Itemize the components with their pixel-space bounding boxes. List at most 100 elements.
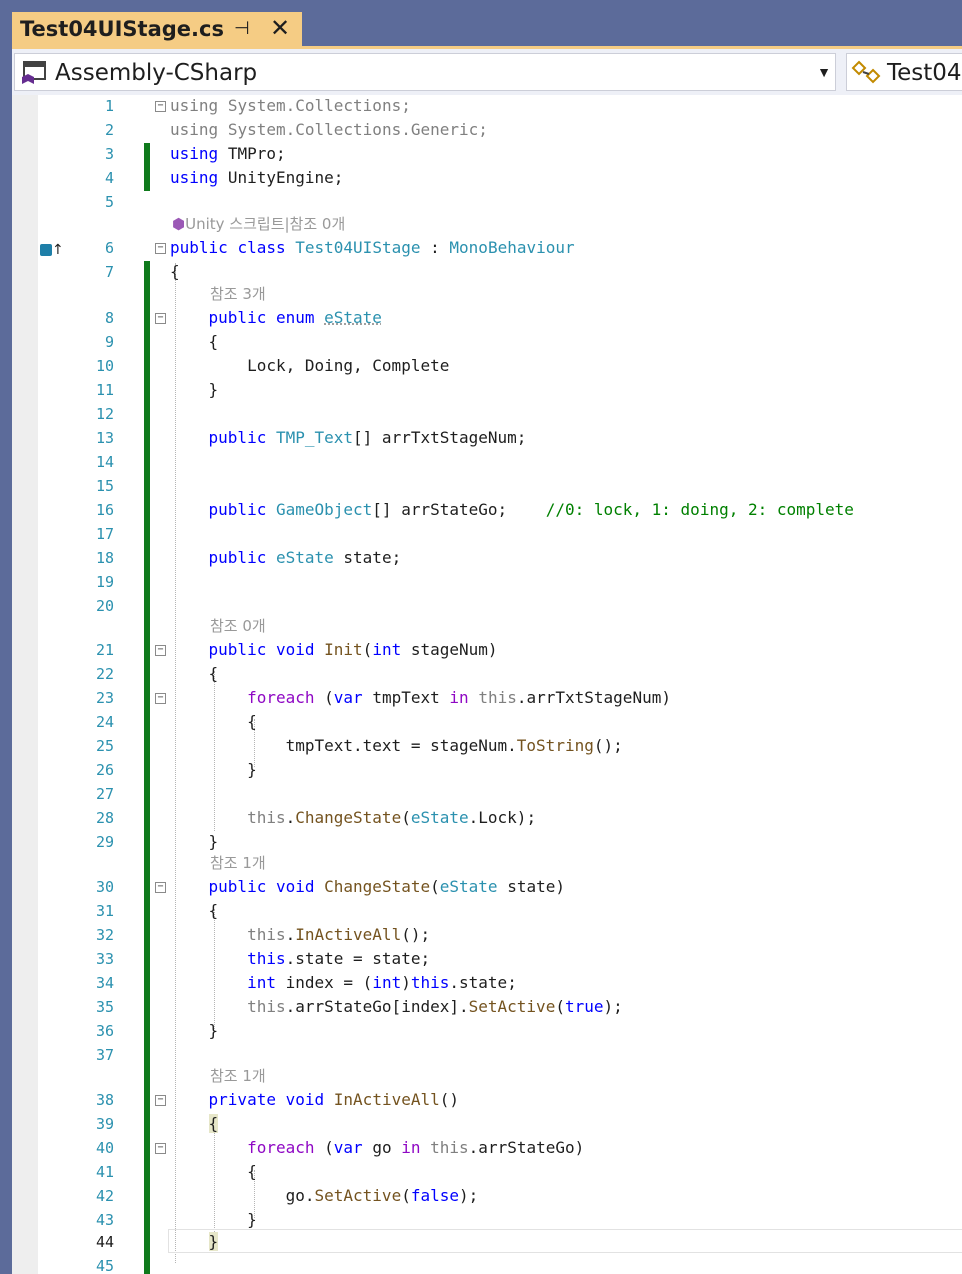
pin-icon[interactable]: ⊣ (234, 18, 250, 39)
code-line[interactable]: 17 (12, 523, 962, 547)
code-line[interactable]: 45 (12, 1255, 962, 1274)
collapse-icon[interactable]: − (155, 1095, 166, 1106)
codelens-references[interactable]: 참조 3개 (210, 283, 266, 304)
token: private (208, 1090, 276, 1109)
code-line[interactable]: 26 } (12, 759, 962, 783)
collapse-icon[interactable]: − (155, 243, 166, 254)
code-line[interactable]: 30 − public void ChangeState(eState stat… (12, 876, 962, 900)
close-icon[interactable]: ✕ (270, 14, 290, 42)
token: .state = state; (285, 949, 431, 968)
code-line[interactable]: 7 { (12, 261, 962, 285)
code-line[interactable]: 31 { (12, 900, 962, 924)
class-dropdown[interactable]: Test04U (846, 53, 962, 91)
code-editor[interactable]: ↑ 1 − using System.Collections; 2 using … (12, 95, 962, 1274)
line-number: 36 (95, 1022, 114, 1040)
token: int (247, 973, 276, 992)
code-line[interactable]: 11 } (12, 379, 962, 403)
codelens-references[interactable]: 참조 1개 (210, 852, 266, 873)
token: } (247, 760, 257, 779)
token: this (247, 925, 286, 944)
line-number: 22 (95, 665, 114, 683)
collapse-icon[interactable]: − (155, 1143, 166, 1154)
token: MonoBehaviour (449, 238, 575, 257)
code-line[interactable]: 35 this.arrStateGo[index].SetActive(true… (12, 996, 962, 1020)
code-line[interactable]: 42 go.SetActive(false); (12, 1185, 962, 1209)
code-line[interactable]: 16 public GameObject[] arrStateGo; //0: … (12, 499, 962, 523)
code-line[interactable]: 41 { (12, 1161, 962, 1185)
token: SetActive (314, 1186, 402, 1205)
code-line[interactable]: 32 this.InActiveAll(); (12, 924, 962, 948)
code-line[interactable]: 15 (12, 475, 962, 499)
codelens-unity[interactable]: ⬢Unity 스크립트|참조 0개 (172, 213, 345, 234)
chevron-down-icon[interactable]: ▼ (817, 64, 831, 80)
token: .Lock); (468, 808, 537, 827)
line-number: 1 (104, 97, 114, 115)
code-line[interactable]: 33 this.state = state; (12, 948, 962, 972)
token: { (170, 262, 180, 281)
line-number: 27 (95, 785, 114, 803)
code-line[interactable]: 29 } (12, 831, 962, 855)
token: } (208, 1021, 219, 1040)
code-line[interactable]: 10 Lock, Doing, Complete (12, 355, 962, 379)
token: public (208, 500, 267, 519)
collapse-icon[interactable]: − (155, 882, 166, 893)
code-line[interactable]: 4 using UnityEngine; (12, 167, 962, 191)
class-label: Test04U (887, 60, 962, 86)
code-line[interactable]: 36 } (12, 1020, 962, 1044)
code-line[interactable]: 6 − public class Test04UIStage : MonoBeh… (12, 237, 962, 261)
code-line[interactable]: 37 (12, 1044, 962, 1068)
code-line[interactable]: 23 − foreach (var tmpText in this.arrTxt… (12, 687, 962, 711)
code-line[interactable]: 5 (12, 191, 962, 215)
token: : (430, 238, 440, 257)
code-line[interactable]: 39 { (12, 1113, 962, 1137)
token: this (430, 1138, 469, 1157)
token: ( (362, 640, 373, 659)
code-line[interactable]: 2 using System.Collections.Generic; (12, 119, 962, 143)
code-line[interactable]: 8 − public enum eState (12, 307, 962, 331)
line-number: 26 (95, 761, 114, 779)
code-line[interactable]: 3 using TMPro; (12, 143, 962, 167)
line-number: 33 (95, 950, 114, 968)
codelens-references[interactable]: 참조 0개 (210, 615, 266, 636)
code-line[interactable]: 13 public TMP_Text[] arrTxtStageNum; (12, 427, 962, 451)
code-line[interactable]: 18 public eState state; (12, 547, 962, 571)
collapse-icon[interactable]: − (155, 645, 166, 656)
document-tab[interactable]: Test04UIStage.cs ⊣ ✕ (12, 12, 302, 46)
code-line[interactable]: 20 (12, 595, 962, 619)
code-line[interactable]: 34 int index = (int)this.state; (12, 972, 962, 996)
line-number: 30 (95, 878, 114, 896)
code-line[interactable]: 22 { (12, 663, 962, 687)
collapse-icon[interactable]: − (155, 101, 166, 112)
code-line[interactable]: 14 (12, 451, 962, 475)
codelens-references[interactable]: 참조 1개 (210, 1065, 266, 1086)
token: public (170, 238, 228, 257)
token: GameObject (275, 500, 373, 519)
code-line[interactable]: 21 − public void Init(int stageNum) (12, 639, 962, 663)
code-line-current[interactable]: 44 } (12, 1231, 962, 1255)
code-line[interactable]: 24 { (12, 711, 962, 735)
token: ChangeState (295, 808, 402, 827)
collapse-icon[interactable]: − (155, 693, 166, 704)
code-line[interactable]: 19 (12, 571, 962, 595)
code-line[interactable]: 27 (12, 783, 962, 807)
line-number: 13 (95, 429, 114, 447)
line-number: 12 (95, 405, 114, 423)
code-line[interactable]: 25 tmpText.text = stageNum.ToString(); (12, 735, 962, 759)
code-line[interactable]: 9 { (12, 331, 962, 355)
line-number: 10 (95, 357, 114, 375)
project-dropdown[interactable]: Assembly-CSharp ▼ (14, 53, 836, 91)
collapse-icon[interactable]: − (155, 313, 166, 324)
token: state; (343, 548, 402, 567)
code-line[interactable]: 38 − private void InActiveAll() (12, 1089, 962, 1113)
token: eState (324, 308, 382, 327)
code-line[interactable]: 28 this.ChangeState(eState.Lock); (12, 807, 962, 831)
token: ( (401, 1186, 411, 1205)
code-line[interactable]: 12 (12, 403, 962, 427)
code-line[interactable]: 43 } (12, 1209, 962, 1233)
token: SetActive (468, 997, 556, 1016)
token: .arrTxtStageNum) (516, 688, 671, 707)
token: var (333, 1138, 363, 1157)
code-line[interactable]: 1 − using System.Collections; (12, 95, 962, 119)
code-line[interactable]: 40 − foreach (var go in this.arrStateGo) (12, 1137, 962, 1161)
line-number: 7 (104, 263, 114, 281)
